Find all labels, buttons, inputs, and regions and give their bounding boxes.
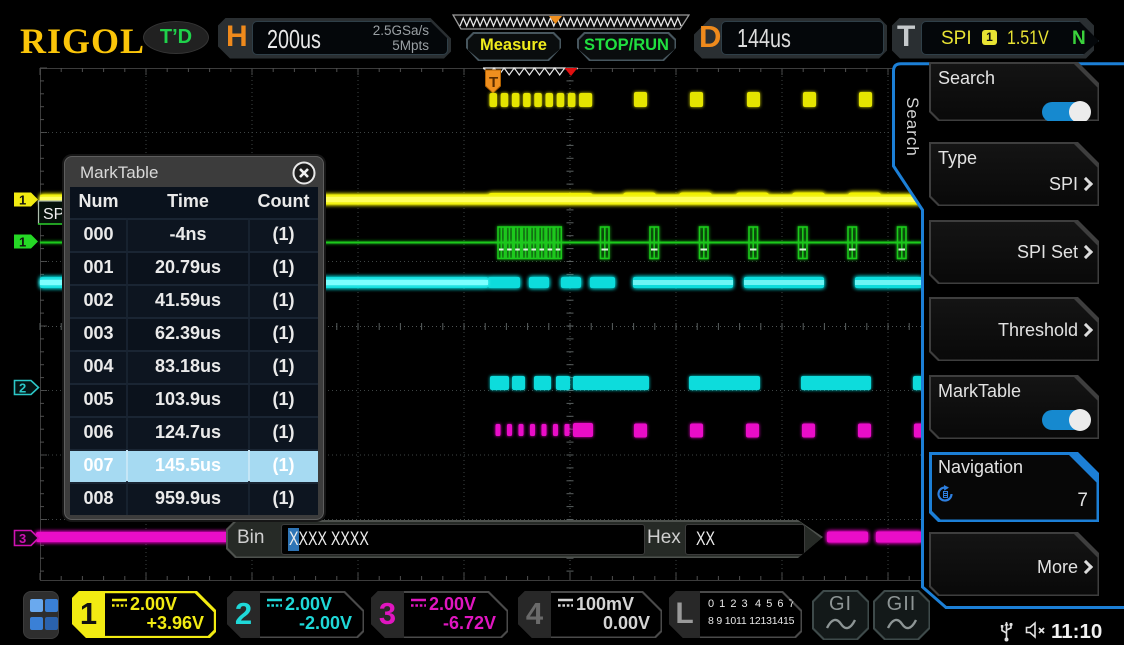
svg-text:T: T — [489, 74, 498, 91]
svg-text:1: 1 — [19, 235, 26, 250]
svg-text:3: 3 — [19, 531, 26, 546]
svg-text:2: 2 — [19, 381, 26, 396]
svg-text:1: 1 — [19, 193, 26, 208]
